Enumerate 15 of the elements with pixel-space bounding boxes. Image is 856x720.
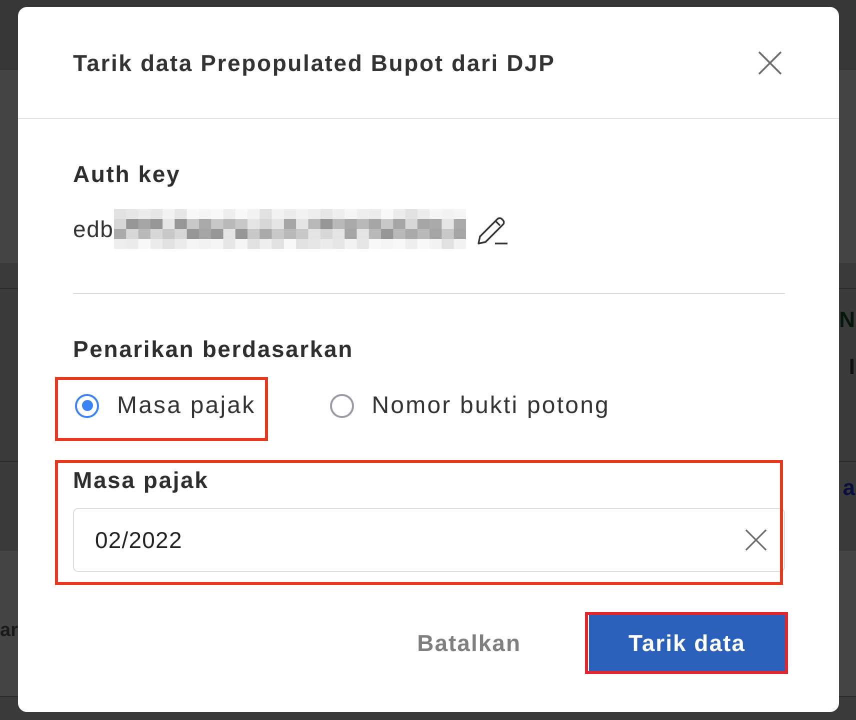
clear-icon [745, 529, 767, 551]
field-label: Masa pajak [73, 466, 210, 495]
cancel-button[interactable]: Batalkan [401, 614, 537, 672]
close-button[interactable] [758, 50, 782, 74]
radio-icon[interactable] [75, 394, 99, 418]
radio-icon[interactable] [330, 394, 354, 418]
dialog-title: Tarik data Prepopulated Bupot dari DJP [73, 48, 556, 78]
submit-button[interactable]: Tarik data [589, 614, 785, 672]
close-icon [758, 50, 782, 74]
radio-option[interactable]: Nomor bukti potong [330, 390, 610, 420]
input-field[interactable]: 02/2022 [73, 508, 785, 572]
radio-option[interactable]: Masa pajak [75, 390, 256, 420]
field-label: Penarikan berdasarkan [73, 335, 354, 364]
field-label: Auth key [73, 160, 182, 189]
auth-key-value: edb [73, 215, 114, 244]
